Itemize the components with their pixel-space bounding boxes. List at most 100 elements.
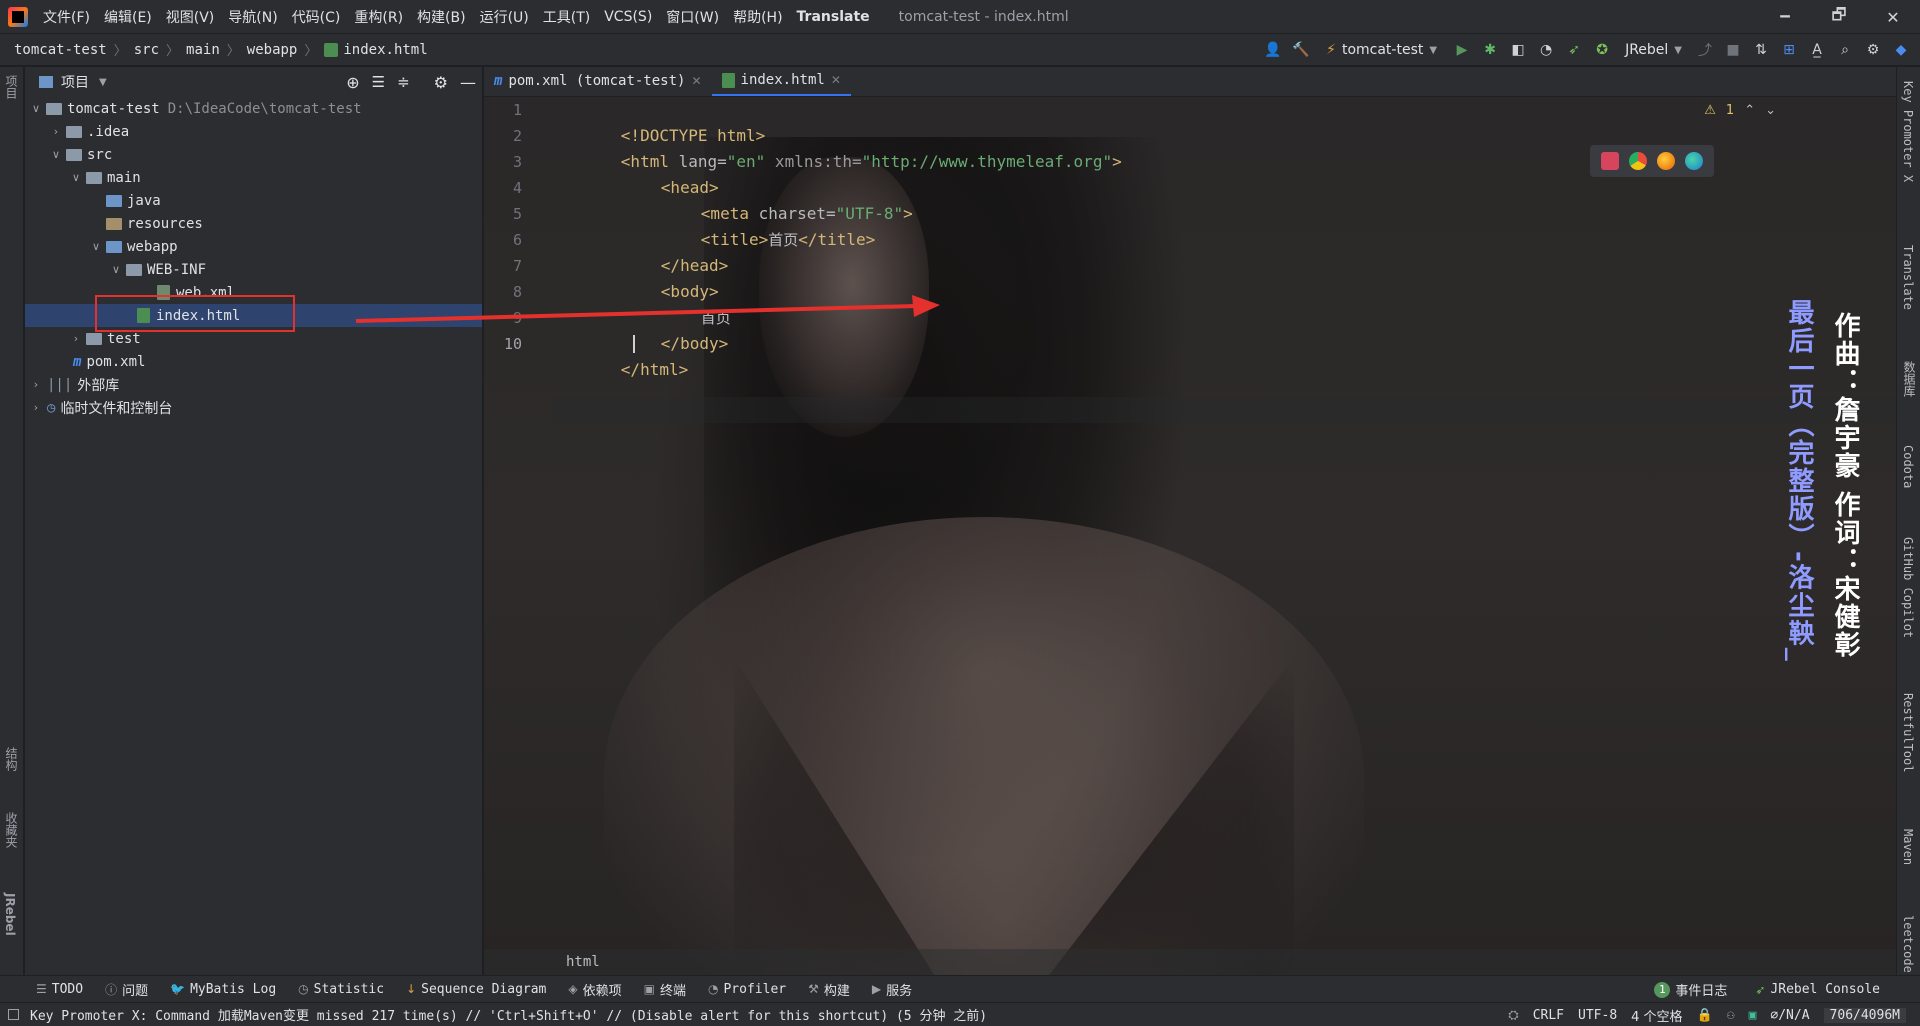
breadcrumb-webapp[interactable]: webapp [247,42,298,58]
chevron-down-icon[interactable]: ∨ [69,171,83,184]
tree-item-pom-xml[interactable]: m pom.xml [25,350,482,373]
tool-database[interactable]: 数据库 [1901,361,1918,397]
locate-icon[interactable]: ⊕ [346,73,359,92]
status-message[interactable]: Key Promoter X: Command 加载Maven变更 missed… [30,1005,987,1024]
update-icon[interactable]: ⤴ [1694,39,1716,61]
menu-help[interactable]: 帮助(H) [726,7,789,27]
chevron-right-icon[interactable]: › [69,332,83,345]
editor-breadcrumb-html[interactable]: html [566,954,600,970]
chevron-right-icon[interactable]: › [29,378,43,391]
tool-event-log[interactable]: 1 事件日志 [1654,980,1727,999]
tool-github-copilot[interactable]: GitHub Copilot [1901,537,1915,638]
chevron-down-icon[interactable]: ∨ [29,102,43,115]
tool-statistic[interactable]: ◷ Statistic [298,982,384,997]
code-line-1[interactable]: <!DOCTYPE html> [563,97,766,145]
chevron-right-icon[interactable]: › [49,125,63,138]
tool-favorites[interactable]: 收藏夹 [3,812,20,848]
tree-item-external-libraries[interactable]: › ||| 外部库 [25,373,482,396]
chevron-down-icon[interactable]: ▼ [99,77,107,88]
copilot-icon[interactable]: ⚇ [1727,1008,1735,1023]
code-line-4[interactable]: <meta charset="UTF-8"> [643,175,913,223]
indent-setting[interactable]: 4 个空格 [1631,1006,1682,1025]
tab-pom-xml[interactable]: m pom.xml (tomcat-test) ✕ [484,67,712,96]
tree-item-scratches[interactable]: › ◷ 临时文件和控制台 [25,396,482,419]
tool-maven[interactable]: Maven [1901,829,1915,865]
gear-icon[interactable]: ⚙ [1862,39,1884,61]
tool-leetcode[interactable]: leetcode [1901,915,1915,973]
menu-tools[interactable]: 工具(T) [536,7,597,27]
memory-indicator[interactable]: 706/4096M [1823,1007,1906,1023]
file-encoding[interactable]: UTF-8 [1578,1008,1617,1023]
project-panel-title[interactable]: 项目 [61,72,89,92]
line-separator[interactable]: CRLF [1533,1008,1564,1023]
menu-refactor[interactable]: 重构(R) [347,7,410,27]
breadcrumb-main[interactable]: main [186,42,220,58]
code-line-2[interactable]: <html lang="en" xmlns:th="http://www.thy… [563,123,1122,171]
na-status[interactable]: ∅/N/A [1770,1008,1809,1023]
tool-services[interactable]: ▶ 服务 [872,980,912,999]
collapse-all-icon[interactable]: ≑ [397,73,410,91]
intellij-logo-icon[interactable] [8,6,28,27]
menu-translate[interactable]: Translate [790,9,877,25]
stop-icon[interactable]: ■ [1722,39,1744,61]
chevron-up-icon[interactable]: ⌃ [1744,103,1755,118]
square-icon[interactable] [8,1009,19,1020]
firefox-icon[interactable] [1657,152,1675,170]
chevron-right-icon[interactable]: › [29,401,43,414]
tree-item-tomcat-test[interactable]: ∨ tomcat-test D:\IdeaCode\tomcat-test [25,97,482,120]
run-configuration-select[interactable]: ⚡ tomcat-test ▼ [1318,38,1445,62]
chevron-down-icon[interactable]: ∨ [109,263,123,276]
tool-codota[interactable]: Codota [1901,445,1915,488]
run-icon[interactable]: ▶ [1451,39,1473,61]
code-line-8[interactable]: 首页 [643,279,731,327]
tool-jrebel-console[interactable]: ➶ JRebel Console [1755,982,1880,997]
jrebel-debug-icon[interactable]: ✪ [1591,39,1613,61]
profiler-icon[interactable]: ◔ [1535,39,1557,61]
restore-button[interactable]: 🗗 [1812,0,1866,34]
hide-icon[interactable]: — [460,73,476,92]
close-button[interactable]: ✕ [1866,0,1920,34]
user-icon[interactable]: 👤 [1262,39,1284,61]
chevron-down-icon[interactable]: ⌄ [1765,103,1776,118]
gear-icon[interactable]: ⚙ [434,73,448,92]
structure-icon[interactable]: ⊞ [1778,39,1800,61]
edge-icon[interactable] [1685,152,1703,170]
tool-jrebel[interactable]: JRebel [3,893,17,936]
breadcrumb-project[interactable]: tomcat-test [14,42,107,58]
search-icon[interactable]: ⌕ [1834,39,1856,61]
menu-build[interactable]: 构建(B) [410,7,473,27]
tree-item-webapp[interactable]: ∨ webapp [25,235,482,258]
tree-item-src[interactable]: ∨ src [25,143,482,166]
minimize-button[interactable]: 🗕 [1758,0,1812,34]
menu-code[interactable]: 代码(C) [285,7,348,27]
debug-icon[interactable]: ✱ [1479,39,1501,61]
tree-item-web-inf[interactable]: ∨ WEB-INF [25,258,482,281]
breadcrumb-src[interactable]: src [134,42,159,58]
tree-item-idea[interactable]: › .idea [25,120,482,143]
tool-mybatis-log[interactable]: 🐦 MyBatis Log [170,982,276,997]
tool-project[interactable]: 项目 [3,75,20,99]
menu-window[interactable]: 窗口(W) [659,7,726,27]
terminal-status-icon[interactable]: ▣ [1749,1008,1757,1023]
tree-item-resources[interactable]: resources [25,212,482,235]
breadcrumb-file[interactable]: index.html [343,42,427,58]
menu-run[interactable]: 运行(U) [473,7,536,27]
tool-dependencies[interactable]: ◈ 依赖项 [568,980,621,999]
inspection-widget[interactable]: ⚠ 1 ⌃ ⌄ [1704,103,1776,118]
chevron-down-icon[interactable]: ∨ [49,148,63,161]
tool-restfultool[interactable]: RestfulTool [1901,693,1915,772]
menu-navigate[interactable]: 导航(N) [221,7,284,27]
expand-all-icon[interactable]: ☰ [372,73,385,91]
menu-file[interactable]: 文件(F) [36,7,97,27]
tool-todo[interactable]: ☰ TODO [36,982,83,997]
close-icon[interactable]: ✕ [831,73,841,87]
tool-translate[interactable]: Translate [1901,245,1915,310]
tool-structure[interactable]: 结构 [3,747,20,771]
lock-file-icon[interactable]: 🔒 [1697,1008,1713,1023]
lock-icon[interactable]: ⛭ [1508,1008,1518,1023]
tool-sequence-diagram[interactable]: ↓ Sequence Diagram [406,982,546,997]
code-line-5[interactable]: <title>首页</title> [643,201,876,249]
jetbrains-icon[interactable]: ◆ [1890,39,1912,61]
jrebel-run-icon[interactable]: ➶ [1563,39,1585,61]
close-icon[interactable]: ✕ [691,74,701,88]
